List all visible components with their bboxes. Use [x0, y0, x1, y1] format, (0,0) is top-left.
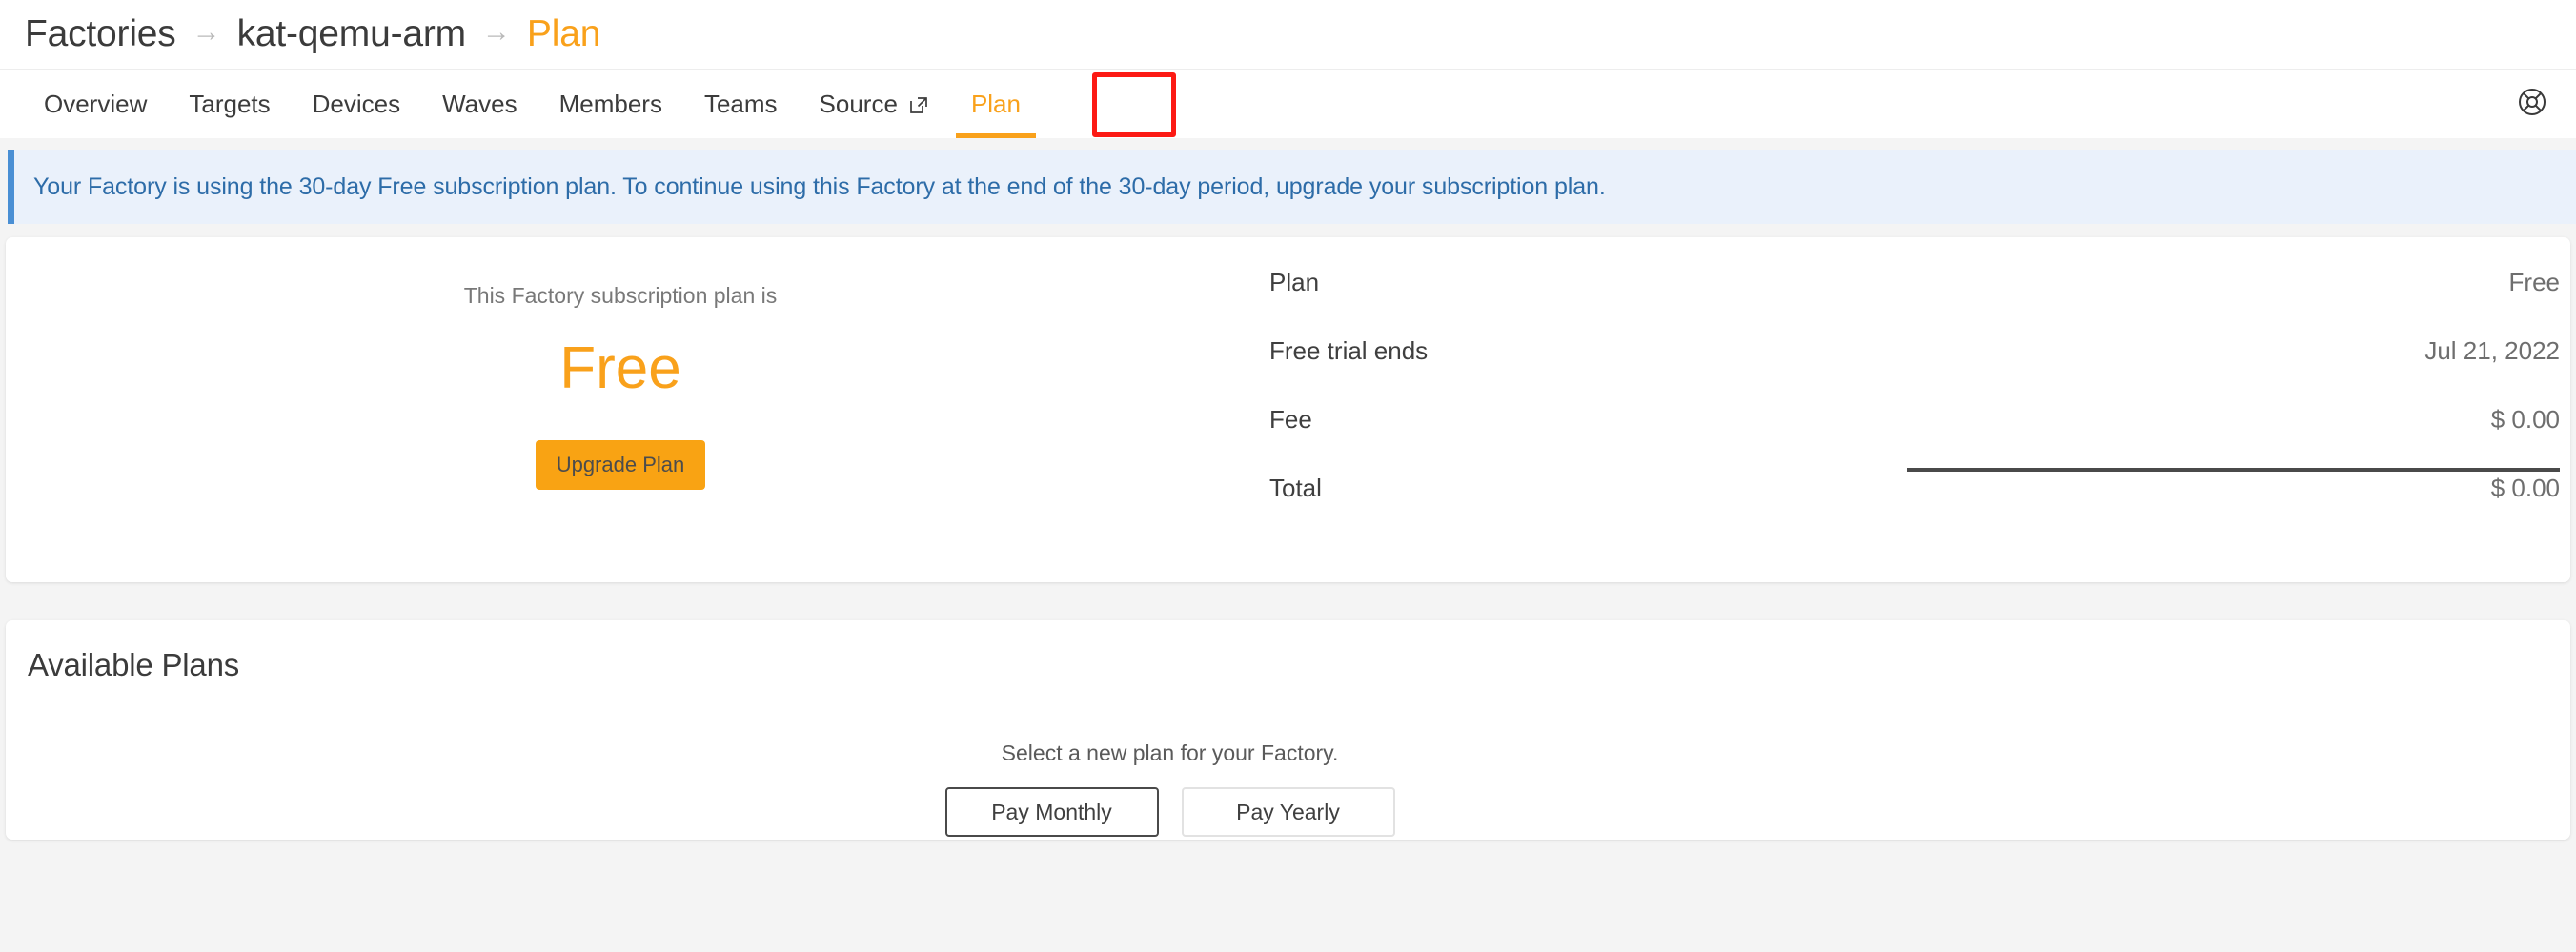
tab-source[interactable]: Source — [799, 70, 950, 138]
pay-monthly-button[interactable]: Pay Monthly — [944, 787, 1159, 837]
table-row: Plan Free — [1235, 268, 2565, 336]
breadcrumb-separator-icon: → — [192, 16, 221, 48]
tab-members-label: Members — [558, 89, 662, 118]
breadcrumb-item-factory-name[interactable]: kat-qemu-arm — [237, 13, 467, 55]
breadcrumb: Factories → kat-qemu-arm → Plan — [0, 0, 2576, 69]
tab-waves-label: Waves — [442, 89, 517, 118]
banner-zone: Your Factory is using the 30-day Free su… — [0, 138, 2576, 237]
detail-value-plan: Free — [2508, 268, 2560, 296]
tab-source-label: Source — [819, 89, 898, 118]
subscription-info-banner: Your Factory is using the 30-day Free su… — [8, 150, 2576, 224]
detail-label-fee: Fee — [1269, 405, 1312, 434]
breadcrumb-item-factories[interactable]: Factories — [25, 13, 176, 55]
upgrade-plan-button[interactable]: Upgrade Plan — [535, 440, 706, 490]
subscription-summary-card: This Factory subscription plan is Free U… — [6, 237, 2570, 582]
total-divider — [1907, 468, 2560, 472]
tab-teams-label: Teams — [703, 89, 778, 118]
table-row: Free trial ends Jul 21, 2022 — [1235, 336, 2565, 405]
pay-yearly-button[interactable]: Pay Yearly — [1181, 787, 1395, 837]
available-plans-title: Available Plans — [28, 647, 240, 682]
tab-devices-label: Devices — [312, 89, 401, 118]
card-gap — [0, 582, 2576, 620]
detail-value-free-trial-ends: Jul 21, 2022 — [2424, 336, 2560, 365]
billing-period-toggle: Pay Monthly Pay Yearly — [944, 787, 1395, 837]
tab-overview-label: Overview — [44, 89, 148, 118]
plan-details-table: Plan Free Free trial ends Jul 21, 2022 F… — [1235, 237, 2570, 542]
tab-waves[interactable]: Waves — [421, 70, 538, 138]
lifebuoy-help-icon — [2517, 87, 2547, 122]
tab-bar: Overview Targets Devices Waves Members T… — [0, 69, 2576, 138]
help-button[interactable] — [2517, 70, 2576, 138]
tab-targets-label: Targets — [189, 89, 271, 118]
detail-label-free-trial-ends: Free trial ends — [1269, 336, 1429, 365]
summary-left-panel: This Factory subscription plan is Free U… — [6, 237, 1235, 490]
table-row: Fee $ 0.00 — [1235, 405, 2565, 474]
current-plan-name: Free — [559, 335, 681, 401]
detail-label-total: Total — [1269, 474, 1322, 502]
tab-plan[interactable]: Plan — [950, 70, 1042, 138]
available-plans-subtitle: Select a new plan for your Factory. — [1001, 740, 1339, 765]
tab-members[interactable]: Members — [538, 70, 683, 138]
breadcrumb-item-plan: Plan — [526, 13, 601, 54]
summary-caption: This Factory subscription plan is — [463, 283, 778, 308]
tab-devices[interactable]: Devices — [292, 70, 421, 138]
tab-plan-label: Plan — [970, 89, 1021, 118]
breadcrumb-separator-icon: → — [481, 16, 511, 48]
detail-value-fee: $ 0.00 — [2490, 405, 2560, 434]
table-row: Total $ 0.00 — [1235, 474, 2565, 542]
tab-targets[interactable]: Targets — [168, 70, 291, 138]
tab-overview[interactable]: Overview — [23, 70, 168, 138]
available-plans-card: Available Plans Select a new plan for yo… — [6, 620, 2570, 840]
tab-teams[interactable]: Teams — [683, 70, 799, 138]
detail-value-total: $ 0.00 — [2490, 474, 2560, 502]
billing-selector: Select a new plan for your Factory. Pay … — [6, 740, 2570, 837]
external-link-icon — [908, 94, 929, 115]
detail-label-plan: Plan — [1269, 268, 1320, 296]
tab-plan-highlight-box — [1092, 72, 1176, 137]
banner-message: Your Factory is using the 30-day Free su… — [33, 172, 1606, 200]
